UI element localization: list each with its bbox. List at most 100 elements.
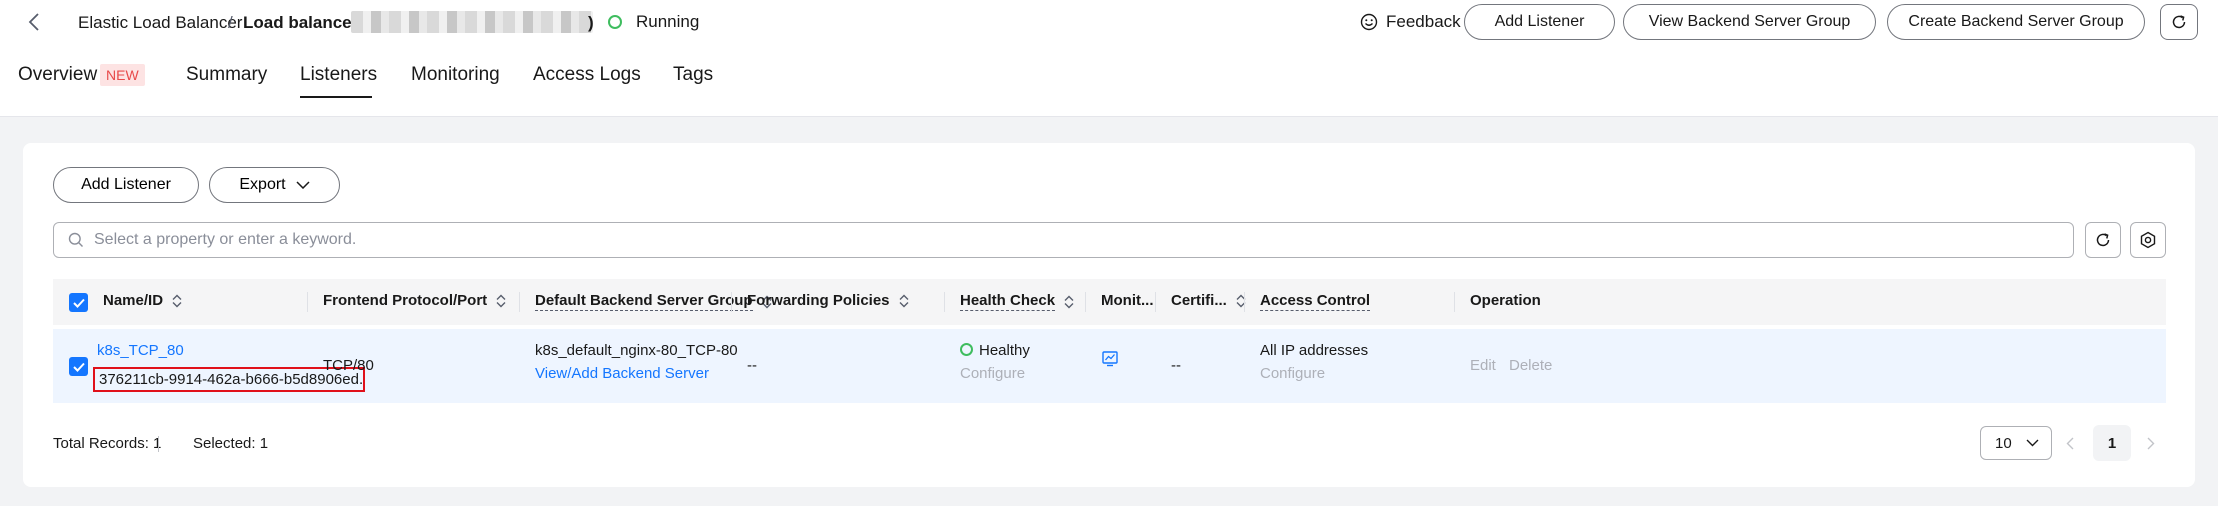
add-listener-button[interactable]: Add Listener bbox=[53, 167, 199, 203]
listeners-card: Add Listener Export Name/ID Frontend Pro… bbox=[23, 143, 2195, 487]
chevron-left-icon bbox=[2066, 437, 2074, 449]
sort-icon bbox=[172, 294, 182, 307]
tab-summary[interactable]: Summary bbox=[186, 62, 267, 88]
refresh-table-button[interactable] bbox=[2085, 222, 2121, 258]
column-access-control[interactable]: Access Control bbox=[1260, 292, 1371, 311]
tab-access-logs[interactable]: Access Logs bbox=[533, 62, 641, 88]
monitoring-button[interactable] bbox=[1101, 350, 1119, 372]
column-forwarding[interactable]: Forwarding Policies bbox=[747, 292, 910, 309]
page-size-select[interactable]: 10 bbox=[1980, 426, 2052, 460]
check-icon bbox=[72, 298, 85, 308]
chevron-right-icon bbox=[2147, 437, 2155, 449]
tab-monitoring[interactable]: Monitoring bbox=[411, 62, 500, 88]
column-protocol-port[interactable]: Frontend Protocol/Port bbox=[323, 292, 507, 309]
column-separator bbox=[1454, 292, 1455, 312]
health-configure-link[interactable]: Configure bbox=[960, 365, 1025, 382]
column-access-control-label: Access Control bbox=[1260, 292, 1371, 311]
create-backend-server-group-button[interactable]: Create Backend Server Group bbox=[1887, 4, 2145, 40]
chevron-left-icon bbox=[28, 13, 39, 31]
gear-icon bbox=[2140, 231, 2156, 249]
row-checkbox[interactable] bbox=[69, 357, 88, 376]
sort-icon bbox=[1236, 294, 1246, 307]
page-number-current[interactable]: 1 bbox=[2093, 425, 2131, 461]
column-separator bbox=[1155, 292, 1156, 312]
monitor-chart-icon bbox=[1102, 351, 1118, 367]
table-settings-button[interactable] bbox=[2130, 222, 2166, 258]
table-row: k8s_TCP_80 376211cb-9914-462a-b666-b5d89… bbox=[53, 329, 2166, 403]
column-health-check[interactable]: Health Check bbox=[960, 292, 1075, 311]
breadcrumb-separator: / bbox=[228, 13, 233, 32]
search-bar[interactable] bbox=[53, 222, 2074, 258]
page-size-value: 10 bbox=[1995, 434, 2012, 452]
footer-separator bbox=[158, 436, 159, 452]
column-monitoring[interactable]: Monit... bbox=[1101, 292, 1154, 309]
smiley-icon bbox=[1360, 13, 1378, 31]
access-configure-link[interactable]: Configure bbox=[1260, 365, 1325, 382]
column-certificates-label: Certifi... bbox=[1171, 292, 1227, 309]
back-button[interactable] bbox=[20, 8, 48, 36]
column-health-check-label: Health Check bbox=[960, 292, 1056, 311]
tab-listeners[interactable]: Listeners bbox=[300, 62, 377, 88]
feedback-label: Feedback bbox=[1386, 12, 1461, 31]
export-label: Export bbox=[239, 176, 286, 193]
column-name-id-label: Name/ID bbox=[103, 292, 164, 309]
column-separator bbox=[731, 292, 732, 312]
chevron-down-icon bbox=[296, 181, 310, 189]
export-dropdown[interactable]: Export bbox=[209, 167, 340, 203]
column-protocol-port-label: Frontend Protocol/Port bbox=[323, 292, 488, 309]
view-add-backend-server-link[interactable]: View/Add Backend Server bbox=[535, 365, 709, 382]
refresh-icon bbox=[2172, 15, 2186, 29]
delete-link[interactable]: Delete bbox=[1509, 357, 1552, 374]
column-certificates[interactable]: Certifi... bbox=[1171, 292, 1247, 309]
column-separator bbox=[519, 292, 520, 312]
column-backend-group[interactable]: Default Backend Server Group bbox=[535, 292, 773, 311]
tab-overview[interactable]: Overview bbox=[18, 62, 97, 88]
add-listener-label: Add Listener bbox=[81, 176, 171, 193]
select-all-checkbox[interactable] bbox=[69, 293, 88, 312]
page-title: Load balancer ( bbox=[243, 13, 369, 32]
column-separator bbox=[307, 292, 308, 312]
breadcrumb-elb[interactable]: Elastic Load Balancer bbox=[78, 12, 242, 34]
column-monitoring-label: Monit... bbox=[1101, 292, 1154, 309]
status-text: Running bbox=[636, 12, 700, 31]
certificates-value: -- bbox=[1171, 357, 1181, 374]
tab-tags[interactable]: Tags bbox=[673, 62, 713, 88]
refresh-icon bbox=[2096, 233, 2110, 247]
active-tab-indicator bbox=[300, 96, 372, 98]
healthy-status-icon bbox=[960, 343, 973, 356]
add-listener-header-button[interactable]: Add Listener bbox=[1464, 4, 1615, 40]
column-separator bbox=[1244, 292, 1245, 312]
column-name-id[interactable]: Name/ID bbox=[103, 292, 183, 309]
forwarding-policies-value: -- bbox=[747, 357, 757, 374]
prev-page-button[interactable] bbox=[2060, 433, 2080, 453]
backend-group-value: k8s_default_nginx-80_TCP-80 bbox=[535, 342, 738, 359]
health-status: Healthy bbox=[960, 342, 1030, 359]
listener-name-link[interactable]: k8s_TCP_80 bbox=[97, 342, 184, 359]
table-header: Name/ID Frontend Protocol/Port Default B… bbox=[53, 279, 2166, 325]
sort-icon bbox=[1064, 295, 1074, 308]
access-control-value: All IP addresses bbox=[1260, 342, 1369, 359]
masked-lb-name bbox=[351, 11, 593, 33]
search-input[interactable] bbox=[94, 231, 1994, 249]
edit-link[interactable]: Edit bbox=[1470, 357, 1496, 374]
total-records: Total Records: 1 bbox=[53, 435, 162, 452]
running-status-icon bbox=[608, 15, 622, 29]
protocol-port-value: TCP/80 bbox=[323, 357, 374, 374]
column-forwarding-label: Forwarding Policies bbox=[747, 292, 890, 309]
search-icon bbox=[68, 232, 83, 247]
next-page-button[interactable] bbox=[2141, 433, 2161, 453]
column-backend-group-label: Default Backend Server Group bbox=[535, 292, 753, 311]
sort-icon bbox=[496, 294, 506, 307]
view-backend-server-group-button[interactable]: View Backend Server Group bbox=[1623, 4, 1876, 40]
selected-count: Selected: 1 bbox=[193, 435, 269, 452]
feedback-button[interactable]: Feedback bbox=[1360, 9, 1461, 35]
top-bar: Elastic Load Balancer / Load balancer ( … bbox=[0, 0, 2218, 117]
health-status-label: Healthy bbox=[979, 342, 1030, 359]
column-separator bbox=[944, 292, 945, 312]
column-operation-label: Operation bbox=[1470, 292, 1541, 309]
page-title-close: ) bbox=[588, 13, 594, 32]
column-operation: Operation bbox=[1470, 292, 1541, 309]
sort-icon bbox=[899, 294, 909, 307]
refresh-header-button[interactable] bbox=[2160, 4, 2198, 40]
chevron-down-icon bbox=[2026, 439, 2039, 447]
